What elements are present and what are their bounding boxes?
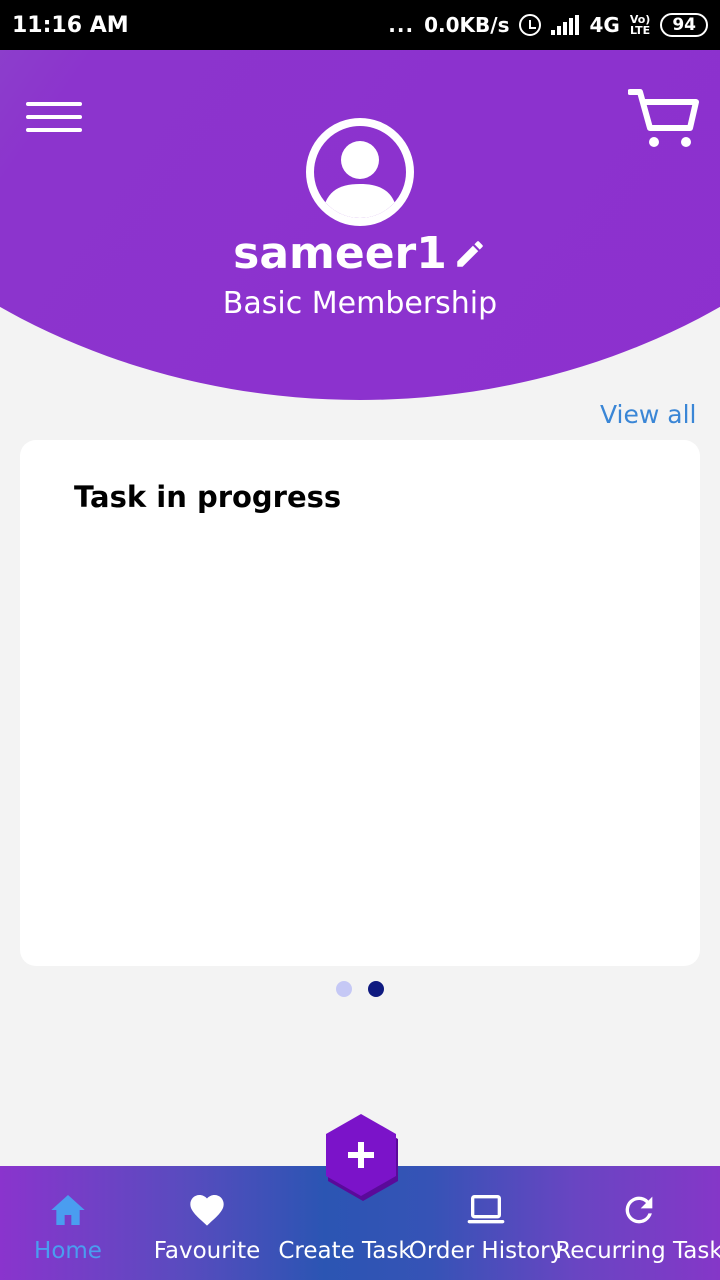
battery-icon: 94 [660,13,708,37]
task-card[interactable]: Task in progress [20,440,700,966]
laptop-icon [467,1195,505,1224]
status-icons: ... 0.0KB/s 4G Vo) LTE 94 [388,13,708,37]
refresh-icon [625,1196,653,1224]
network-type: 4G [589,13,620,37]
user-icon [322,141,398,218]
nav-order-history[interactable]: Order History [409,1166,563,1280]
battery-level: 94 [672,15,696,35]
view-all-link[interactable]: View all [600,400,696,429]
card-title: Task in progress [74,480,342,514]
nav-home[interactable]: Home [18,1166,118,1280]
home-icon [51,1195,85,1225]
nav-label-create-task: Create Task [278,1238,412,1264]
status-dots: ... [388,13,415,37]
edit-icon[interactable] [453,237,487,271]
menu-icon[interactable] [26,102,82,132]
profile-header: sameer1 Basic Membership [0,50,720,400]
nav-label-recurring-task: Recurring Task [555,1238,720,1264]
signal-icon [551,15,580,35]
nav-label-home: Home [34,1238,102,1264]
username-row: sameer1 [0,228,720,279]
nav-recurring-task[interactable]: Recurring Task [555,1166,720,1280]
pager-dots [0,981,720,997]
pager-dot[interactable] [368,981,384,997]
nav-favourite[interactable]: Favourite [150,1166,264,1280]
heart-icon [190,1195,224,1226]
create-task-button[interactable] [322,1112,400,1202]
network-speed: 0.0KB/s [424,13,510,37]
membership-label: Basic Membership [222,286,498,321]
nav-label-favourite: Favourite [153,1238,261,1264]
volte-icon: Vo) LTE [630,14,651,36]
username: sameer1 [233,228,447,279]
cart-icon[interactable] [628,86,700,150]
status-time: 11:16 AM [12,12,129,38]
alarm-icon [519,14,542,36]
nav-label-order-history: Order History [408,1238,564,1264]
volte-bottom: LTE [629,24,651,37]
avatar[interactable] [306,118,414,226]
plus-icon-v [358,1142,364,1168]
status-bar: 11:16 AM ... 0.0KB/s 4G Vo) LTE 94 [0,0,720,50]
pager-dot[interactable] [336,981,352,997]
